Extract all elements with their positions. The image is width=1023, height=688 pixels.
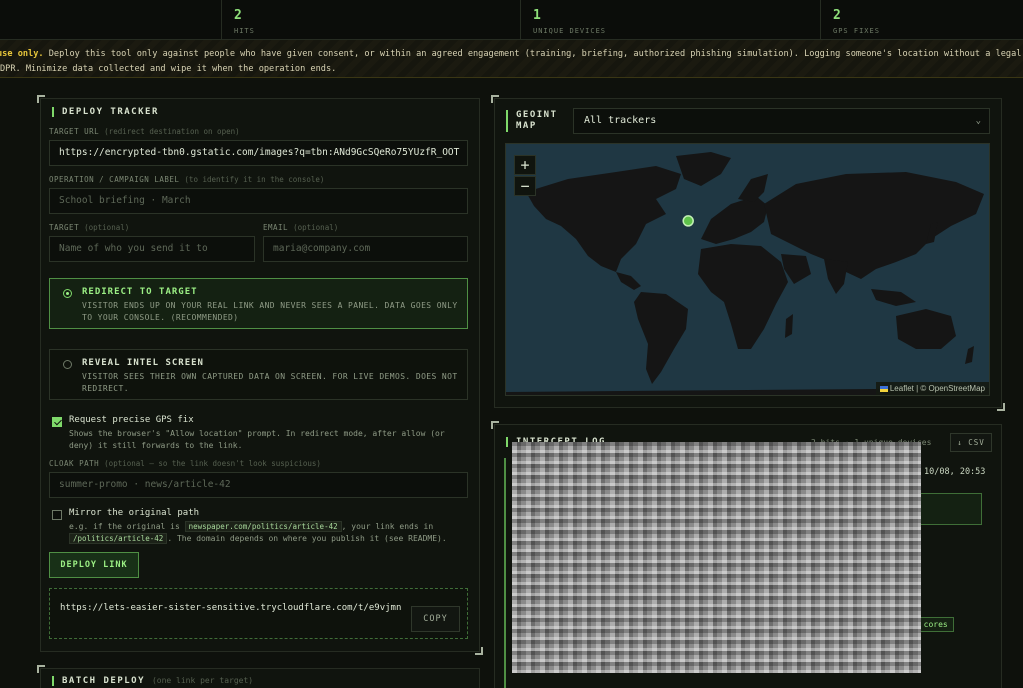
log-entry-timestamp: 10/08, 20:53 bbox=[924, 467, 986, 477]
landmass bbox=[506, 152, 989, 395]
mode-redirect-title: REDIRECT TO TARGET bbox=[82, 287, 198, 297]
radio-reveal[interactable] bbox=[63, 360, 72, 369]
cloak-path-input[interactable]: summer-promo · news/article-42 bbox=[49, 472, 468, 498]
zoom-in-button[interactable]: + bbox=[514, 155, 536, 175]
stat-gps-label: GPS FIXES bbox=[833, 27, 880, 35]
mode-redirect-option[interactable]: REDIRECT TO TARGET VISITOR ENDS UP ON YO… bbox=[49, 278, 468, 329]
generated-link[interactable]: https://lets-easier-sister-sensitive.try… bbox=[60, 602, 405, 615]
mirror-desc: e.g. if the original is newspaper.com/po… bbox=[69, 521, 447, 544]
corner-tl bbox=[37, 95, 45, 103]
banner-line-2: DPR. Minimize data collected and wipe it… bbox=[0, 64, 337, 74]
stat-hits: 2 HITS bbox=[221, 0, 520, 40]
stat-unique-devices: 1 UNIQUE DEVICES bbox=[520, 0, 820, 40]
gps-desc: Shows the browser's "Allow location" pro… bbox=[69, 429, 445, 450]
radio-redirect[interactable] bbox=[63, 289, 72, 298]
mirror-checkbox[interactable] bbox=[52, 510, 62, 520]
stat-devices-label: UNIQUE DEVICES bbox=[533, 27, 607, 35]
gps-title: Request precise GPS fix bbox=[69, 415, 194, 425]
corner-tl bbox=[491, 95, 499, 103]
tracker-select[interactable]: All trackers ⌄ bbox=[573, 108, 990, 134]
corner-br bbox=[997, 403, 1005, 411]
log-timeline-bar bbox=[504, 458, 506, 688]
ukraine-flag-icon bbox=[879, 386, 888, 392]
mode-reveal-title: REVEAL INTEL SCREEN bbox=[82, 358, 204, 368]
stats-bar: 2 HITS 1 UNIQUE DEVICES 2 GPS FIXES bbox=[0, 0, 1023, 40]
target-url-label: TARGET URL (redirect destination on open… bbox=[49, 127, 240, 136]
mode-reveal-desc: VISITOR SEES THEIR OWN CAPTURED DATA ON … bbox=[82, 372, 458, 393]
corner-tl bbox=[37, 665, 45, 673]
email-input[interactable]: maria@company.com bbox=[263, 236, 468, 262]
banner-warn: use only. bbox=[0, 49, 44, 59]
stat-hits-label: HITS bbox=[234, 27, 255, 35]
stat-devices-value: 1 bbox=[533, 8, 541, 23]
mirror-title: Mirror the original path bbox=[69, 508, 200, 518]
log-entry-card[interactable] bbox=[915, 493, 982, 525]
chevron-down-icon: ⌄ bbox=[975, 116, 981, 126]
generated-link-box: https://lets-easier-sister-sensitive.try… bbox=[49, 588, 468, 639]
stat-gps-value: 2 bbox=[833, 8, 841, 23]
deploy-tracker-title: DEPLOY TRACKER bbox=[52, 107, 159, 117]
operation-input[interactable]: School briefing · March bbox=[49, 188, 468, 214]
target-url-input[interactable]: https://encrypted-tbn0.gstatic.com/image… bbox=[49, 140, 468, 166]
mirror-code-path: /politics/article-42 bbox=[69, 533, 168, 544]
map-attribution: Leaflet | © OpenStreetMap bbox=[875, 382, 989, 395]
corner-tl bbox=[491, 421, 499, 429]
stat-gps-fixes: 2 GPS FIXES bbox=[820, 0, 1023, 40]
redacted-log-content bbox=[512, 442, 921, 673]
cloak-path-label: CLOAK PATH (optional — so the link doesn… bbox=[49, 459, 321, 468]
deploy-link-button[interactable]: DEPLOY LINK bbox=[49, 552, 139, 578]
zoom-out-button[interactable]: − bbox=[514, 176, 536, 196]
target-label: TARGET (optional) bbox=[49, 223, 130, 232]
world-map[interactable]: + − Leaflet | © OpenStreetMap bbox=[505, 143, 990, 396]
world-map-svg bbox=[506, 152, 989, 395]
gps-checkbox[interactable] bbox=[52, 417, 62, 427]
tracker-select-value: All trackers bbox=[584, 115, 657, 126]
geoint-map-title: GEOINT MAP bbox=[506, 110, 568, 132]
mode-reveal-option[interactable]: REVEAL INTEL SCREEN VISITOR SEES THEIR O… bbox=[49, 349, 468, 400]
banner-line-1: use only. Deploy this tool only against … bbox=[0, 47, 1023, 62]
email-label: EMAIL (optional) bbox=[263, 223, 339, 232]
operation-label: OPERATION / CAMPAIGN LABEL (to identify … bbox=[49, 175, 325, 184]
target-name-input[interactable]: Name of who you send it to bbox=[49, 236, 255, 262]
batch-deploy-title: BATCH DEPLOY (one link per target) bbox=[52, 676, 253, 686]
mirror-code-original: newspaper.com/politics/article-42 bbox=[184, 521, 342, 532]
copy-link-button[interactable]: COPY bbox=[411, 606, 460, 632]
banner-text-1: Deploy this tool only against people who… bbox=[43, 49, 1023, 59]
tracker-marker[interactable] bbox=[682, 215, 694, 227]
stat-hits-value: 2 bbox=[234, 8, 242, 23]
leaflet-link[interactable]: Leaflet bbox=[890, 384, 914, 393]
csv-export-button[interactable]: ↓ CSV bbox=[950, 433, 992, 452]
mode-redirect-desc: VISITOR ENDS UP ON YOUR REAL LINK AND NE… bbox=[82, 301, 458, 322]
consent-warning-banner: use only. Deploy this tool only against … bbox=[0, 40, 1023, 78]
corner-br bbox=[475, 647, 483, 655]
